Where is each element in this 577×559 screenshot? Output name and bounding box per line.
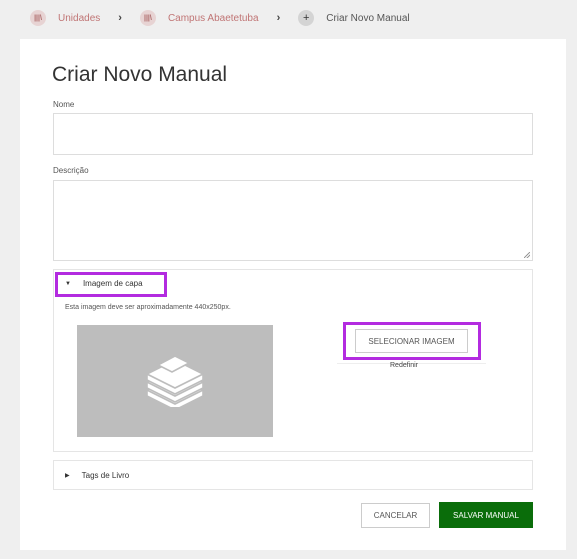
book-tags-toggle[interactable]: ▶ Tags de Livro	[65, 471, 129, 480]
save-manual-button[interactable]: SALVAR MANUAL	[439, 502, 533, 528]
highlight-box	[343, 322, 481, 360]
stacked-books-icon	[145, 355, 205, 407]
breadcrumb-item-current: + Criar Novo Manual	[298, 10, 410, 26]
resize-grip-icon[interactable]	[524, 252, 530, 258]
cover-image-placeholder	[77, 325, 273, 437]
highlight-box	[55, 272, 167, 297]
cover-image-section: ▼ Imagem de capa Esta imagem deve ser ap…	[53, 269, 533, 452]
book-icon: |||\	[139, 10, 156, 26]
form-card: Criar Novo Manual Nome Descrição ▼ Image…	[20, 39, 566, 550]
book-tags-toggle-label: Tags de Livro	[81, 471, 130, 480]
breadcrumb-item-unidades[interactable]: |||\ Unidades	[30, 10, 100, 26]
chevron-right-icon: ›	[118, 12, 122, 24]
description-textarea[interactable]	[53, 180, 533, 261]
cancel-button[interactable]: CANCELAR	[361, 503, 430, 528]
breadcrumb-label[interactable]: Campus Abaetetuba	[168, 13, 259, 24]
plus-icon: +	[298, 10, 315, 26]
reset-link[interactable]: Redefinir	[390, 362, 418, 369]
breadcrumb-label[interactable]: Unidades	[58, 13, 100, 24]
breadcrumb-item-campus[interactable]: |||\ Campus Abaetetuba	[139, 10, 259, 26]
book-icon: |||\	[30, 10, 46, 26]
caret-right-icon: ▶	[65, 473, 70, 479]
name-label: Nome	[53, 100, 75, 109]
cover-image-hint: Esta imagem deve ser aproximadamente 440…	[65, 304, 231, 311]
breadcrumb: |||\ Unidades › |||\ Campus Abaetetuba ›…	[30, 8, 410, 28]
breadcrumb-label: Criar Novo Manual	[326, 12, 410, 24]
book-tags-section: ▶ Tags de Livro	[53, 460, 533, 490]
page-title: Criar Novo Manual	[52, 63, 228, 86]
description-label: Descrição	[53, 166, 89, 175]
chevron-right-icon: ›	[276, 12, 281, 24]
name-input[interactable]	[53, 113, 533, 155]
